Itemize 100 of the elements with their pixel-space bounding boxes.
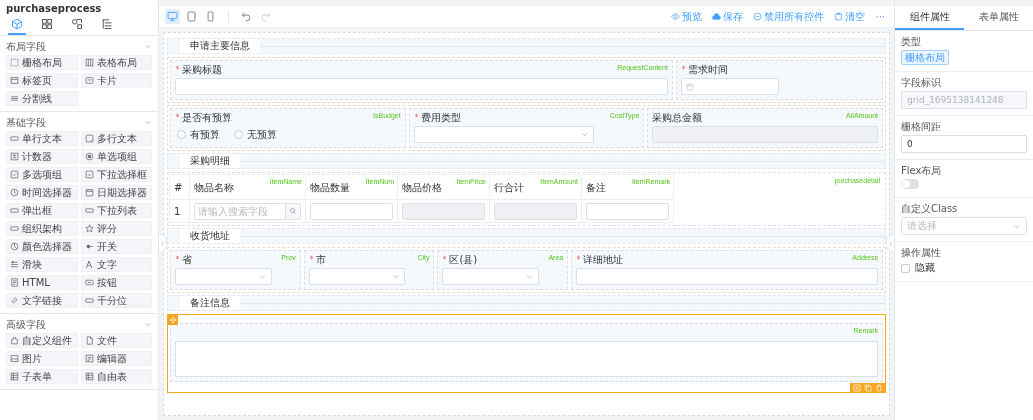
row-action-button[interactable] [853, 384, 861, 392]
date-field[interactable] [680, 78, 780, 95]
field-label: 区(县) [449, 253, 478, 266]
select-field[interactable] [413, 126, 595, 143]
component-item[interactable]: 单行文本 [6, 131, 78, 146]
chevron-down-icon [391, 272, 401, 281]
component-item[interactable]: 组织架构 [6, 221, 78, 236]
copy-icon [864, 384, 872, 392]
search-icon[interactable] [289, 207, 297, 215]
outline-icon [101, 18, 113, 30]
properties-tab[interactable]: 组件属性 [895, 6, 964, 30]
drag-handle[interactable] [167, 314, 178, 325]
component-item[interactable]: 开关 [80, 239, 152, 254]
text-input[interactable]: 0 [901, 135, 1027, 153]
component-item[interactable]: 多选项组 [6, 167, 78, 182]
readonly-input[interactable] [652, 126, 878, 143]
toggle-switch[interactable] [901, 179, 919, 189]
chevron-down-icon[interactable] [143, 320, 152, 329]
select-field[interactable] [442, 268, 540, 285]
row-action-button[interactable] [875, 384, 883, 392]
redo-icon [260, 11, 271, 22]
component-item[interactable]: 图片 [6, 351, 78, 366]
squares-icon [41, 18, 53, 30]
component-item[interactable]: 弹出框 [6, 203, 78, 218]
search-field[interactable]: 请输入搜索字段 [194, 202, 301, 220]
radio-button[interactable] [177, 130, 186, 139]
plus-square-icon [853, 384, 861, 392]
component-item[interactable]: 表格布局 [80, 55, 152, 70]
window-icon [10, 76, 19, 85]
editor-icon [84, 354, 94, 363]
property-label: 字段标识 [901, 76, 942, 90]
component-item[interactable]: 滑块 [6, 257, 78, 272]
column-header: 物品价格 [402, 180, 442, 194]
option-label: 无预算 [247, 127, 277, 142]
component-item[interactable]: 文件 [80, 333, 152, 348]
clipboard-icon [834, 12, 844, 21]
text-input[interactable] [175, 78, 668, 95]
column-header: # [174, 180, 183, 194]
cloud-icon [712, 12, 722, 21]
shapes-icon [71, 18, 83, 30]
chevron-down-icon [525, 272, 535, 281]
component-item[interactable]: 评分 [80, 221, 152, 236]
component-item[interactable]: HTML [6, 275, 78, 290]
text-input[interactable] [310, 202, 393, 220]
clock-icon [10, 188, 19, 197]
device-button[interactable] [165, 9, 180, 24]
field-label: 市 [315, 253, 326, 266]
component-item[interactable]: 编辑器 [80, 351, 152, 366]
component-item[interactable]: 子表单 [6, 369, 78, 384]
component-item[interactable]: 标签页 [6, 73, 78, 88]
component-item[interactable]: 多行文本 [80, 131, 152, 146]
field-label: 详细地址 [583, 253, 624, 266]
row-action-button[interactable] [864, 384, 872, 392]
card-icon [84, 76, 94, 85]
readonly-input[interactable] [402, 202, 485, 220]
text-area[interactable] [175, 341, 878, 377]
checkbox[interactable] [901, 263, 910, 273]
toggle-icon [84, 242, 94, 251]
chevron-down-icon[interactable] [143, 118, 152, 127]
collapse-button[interactable] [159, 234, 167, 252]
property-label: 类型 [901, 35, 922, 49]
component-item[interactable]: 自定义组件 [6, 333, 78, 348]
readonly-input[interactable] [494, 202, 577, 220]
component-item[interactable]: 单选项组 [80, 149, 152, 164]
field-label: 需求时间 [687, 63, 728, 76]
field-label: 是否有预算 [182, 111, 232, 124]
radio-button[interactable] [234, 130, 243, 139]
text-input[interactable] [576, 268, 878, 285]
component-item[interactable]: 下拉选择框 [80, 167, 152, 182]
puzzle-icon [10, 336, 19, 345]
component-item[interactable]: 计数器 [6, 149, 78, 164]
component-item[interactable]: 日期选择器 [80, 185, 152, 200]
component-item[interactable]: 时间选择器 [6, 185, 78, 200]
button-icon [84, 278, 94, 287]
chevron-left-icon [159, 239, 166, 247]
chevron-down-icon [580, 130, 590, 139]
chevron-down-icon[interactable] [143, 42, 152, 51]
chevron-down-icon [257, 272, 267, 281]
component-item[interactable]: 千分位 [80, 293, 152, 308]
component-item[interactable]: 自由表 [80, 369, 152, 384]
cube-icon [11, 18, 23, 30]
select-field[interactable] [175, 268, 272, 285]
select-field[interactable] [308, 268, 406, 285]
text-icon: A [84, 259, 94, 270]
component-item[interactable]: 卡片 [80, 73, 152, 88]
properties-tab[interactable]: 表单属性 [964, 6, 1033, 30]
undo-icon [241, 11, 252, 22]
group-title: 基础字段 [6, 115, 46, 130]
component-item[interactable]: 颜色选择器 [6, 239, 78, 254]
text-input[interactable] [586, 202, 669, 220]
component-item[interactable]: A 文字 [80, 257, 152, 272]
device-button[interactable] [184, 9, 199, 24]
component-item[interactable]: 文字链接 [6, 293, 78, 308]
component-item[interactable]: 栅格布局 [6, 55, 78, 70]
component-item[interactable]: 下拉列表 [80, 203, 152, 218]
component-item[interactable]: 按钮 [80, 275, 152, 290]
component-item[interactable]: 分割线 [6, 91, 78, 106]
calendar-icon [84, 188, 94, 197]
column-header: 物品名称 [194, 180, 234, 194]
eye-icon [671, 12, 681, 21]
